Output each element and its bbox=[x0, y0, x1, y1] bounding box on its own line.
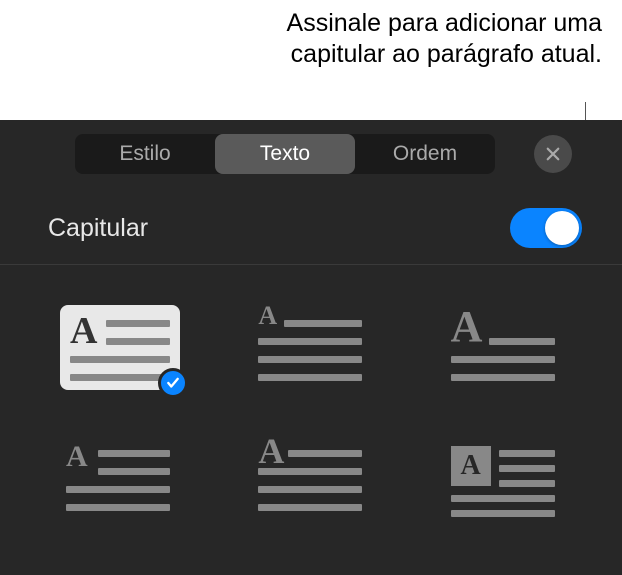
dropcap-preview-icon: A bbox=[252, 440, 372, 525]
capitular-toggle[interactable] bbox=[510, 208, 582, 248]
tab-ordem[interactable]: Ordem bbox=[355, 134, 495, 174]
tab-estilo[interactable]: Estilo bbox=[75, 134, 215, 174]
dropcap-preview-icon: A bbox=[445, 440, 565, 525]
check-icon bbox=[166, 376, 180, 390]
dropcap-style-6[interactable]: A bbox=[445, 440, 565, 525]
dropcap-preview-icon: A bbox=[445, 305, 565, 390]
capitular-label: Capitular bbox=[48, 214, 148, 243]
tab-group: Estilo Texto Ordem bbox=[75, 134, 495, 174]
tab-texto[interactable]: Texto bbox=[215, 134, 355, 174]
dropcap-style-1[interactable]: A bbox=[60, 305, 180, 390]
callout-text: Assinale para adicionar uma capitular ao… bbox=[232, 8, 602, 71]
dropcap-styles-grid: A A A bbox=[0, 265, 622, 545]
close-button[interactable] bbox=[534, 135, 572, 173]
tab-bar: Estilo Texto Ordem bbox=[0, 120, 622, 188]
dropcap-preview-icon: A bbox=[252, 305, 372, 390]
dropcap-style-2[interactable]: A bbox=[252, 305, 372, 390]
close-icon bbox=[544, 145, 562, 163]
toggle-knob bbox=[545, 211, 579, 245]
dropcap-style-5[interactable]: A bbox=[252, 440, 372, 525]
dropcap-preview-icon: A bbox=[60, 440, 180, 525]
dropcap-style-3[interactable]: A bbox=[445, 305, 565, 390]
dropcap-style-4[interactable]: A bbox=[60, 440, 180, 525]
format-panel: Estilo Texto Ordem Capitular A bbox=[0, 120, 622, 575]
capitular-section-header: Capitular bbox=[0, 188, 622, 265]
selected-check-badge bbox=[158, 368, 188, 398]
